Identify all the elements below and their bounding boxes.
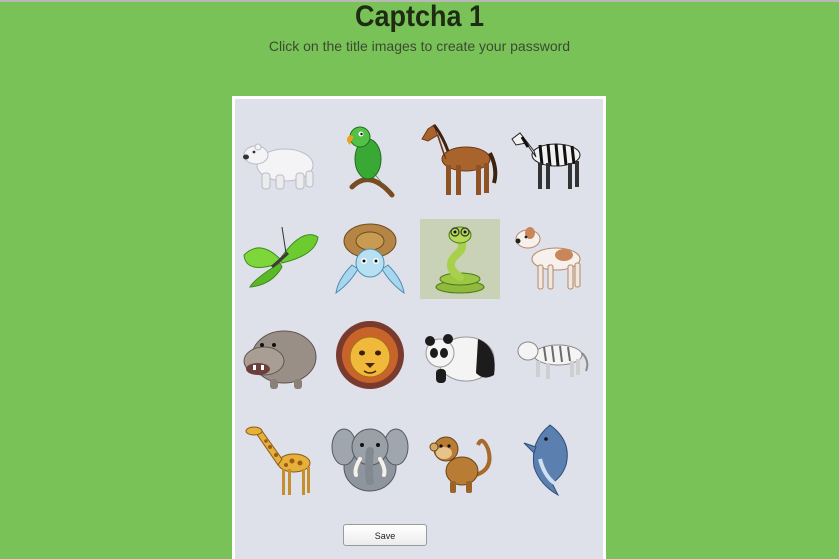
- monkey-icon: [429, 436, 492, 493]
- tile-horse[interactable]: [420, 119, 500, 199]
- save-button[interactable]: Save: [343, 524, 427, 546]
- tile-parrot[interactable]: [330, 119, 410, 199]
- page-title: Captcha 1: [354, 0, 485, 33]
- zebra-icon: [511, 132, 581, 189]
- tile-dolphin[interactable]: [510, 419, 590, 499]
- tile-giraffe[interactable]: [240, 419, 320, 499]
- tile-monkey[interactable]: [420, 419, 500, 499]
- elephant-icon: [331, 428, 409, 492]
- giraffe-icon: [245, 426, 311, 495]
- polar-bear-icon: [243, 143, 314, 190]
- snake-icon: [435, 226, 485, 294]
- tile-elephant[interactable]: [330, 419, 410, 499]
- tile-hippo[interactable]: [240, 317, 320, 397]
- horse-icon: [421, 124, 498, 195]
- panda-icon: [425, 334, 495, 383]
- dog-icon: [515, 227, 581, 290]
- tile-turtle[interactable]: [330, 219, 410, 299]
- tile-panda[interactable]: [420, 317, 500, 397]
- tile-zebra[interactable]: [510, 119, 590, 199]
- dolphin-icon: [523, 424, 568, 497]
- tile-dog[interactable]: [510, 219, 590, 299]
- lion-icon: [336, 321, 404, 389]
- hippo-icon: [243, 330, 317, 389]
- tile-polar-bear[interactable]: [240, 119, 320, 199]
- butterfly-icon: [243, 226, 319, 288]
- turtle-icon: [335, 223, 405, 295]
- parrot-icon: [347, 126, 395, 198]
- tile-tiger[interactable]: [510, 317, 590, 397]
- page-subtitle: Click on the title images to create your…: [268, 38, 571, 54]
- tiger-icon: [517, 341, 589, 379]
- tile-lion[interactable]: [330, 317, 410, 397]
- tile-butterfly[interactable]: [240, 219, 320, 299]
- captcha-panel: Save: [232, 96, 606, 559]
- tile-snake[interactable]: [420, 219, 500, 299]
